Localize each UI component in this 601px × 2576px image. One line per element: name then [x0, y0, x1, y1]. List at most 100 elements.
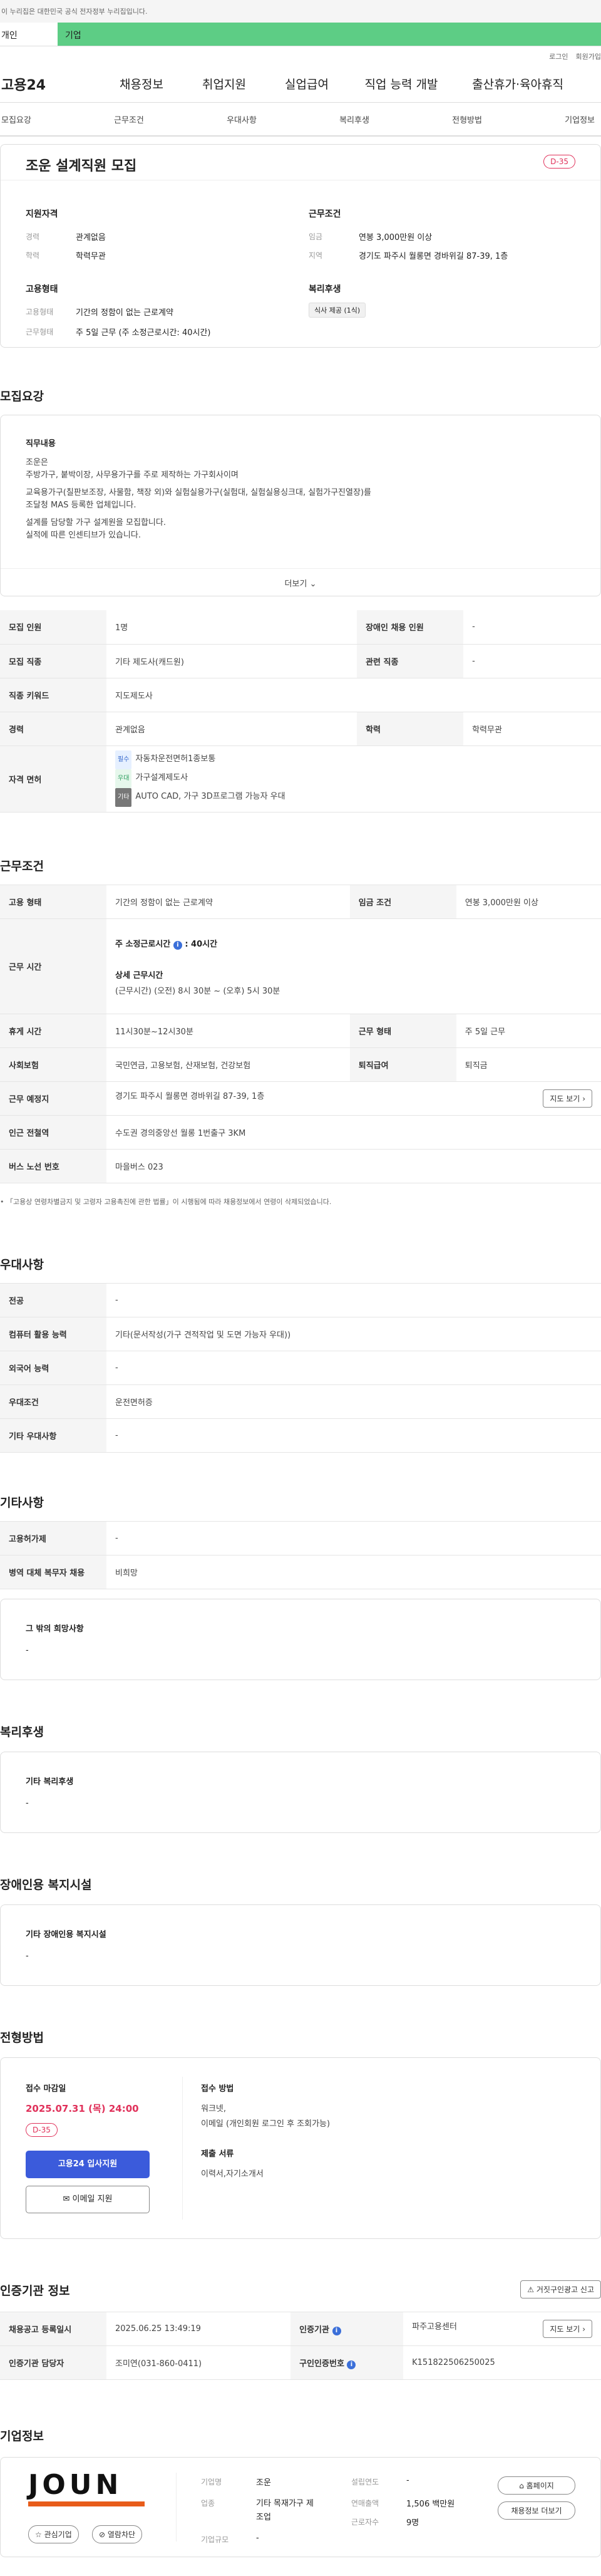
homepage-button[interactable]: ⌂ 홈페이지	[498, 2476, 575, 2495]
industry-value: 기타 목재가구 제조업	[256, 2497, 314, 2525]
pref-table: 전공 - 컴퓨터 활용 능력 기타(문서작성(가구 견적작업 및 도면 가능자 우대…	[0, 1283, 601, 1453]
military-value: 비희망	[106, 1555, 601, 1589]
license-item: 가구설계제도사	[135, 773, 188, 782]
anchor-welfare[interactable]: 복리후생	[339, 113, 369, 125]
gnb-item-jobs[interactable]: 채용정보	[100, 75, 183, 92]
occupation-value: 기타 제도사(캐드원)	[106, 644, 357, 678]
preferred-tag: 우대	[115, 769, 132, 788]
job-desc-text: 조운은 주방가구, 붙박이장, 사무용가구를 주로 제작하는 가구회사이며 교육…	[26, 457, 371, 542]
career-label: 경력	[0, 712, 106, 746]
disabled-label: 장애인 채용 인원	[357, 610, 464, 645]
career-label: 경력	[26, 232, 40, 241]
agency-label: 인증기관 i	[290, 2312, 404, 2346]
docs-heading: 제출 서류	[201, 2149, 234, 2159]
hours-label: 근무 시간	[0, 918, 106, 1014]
emp-value: 기간의 정함이 없는 근로계약	[106, 885, 350, 919]
cert-no-value: K151822506250025	[403, 2345, 601, 2380]
info-icon[interactable]: i	[173, 940, 182, 950]
rest-value: 11시30분~12시30분	[106, 1014, 350, 1048]
method-value-2: 이메일 (개인회원 로그인 후 조회가능)	[201, 2119, 331, 2129]
bus-value: 마을버스 023	[106, 1149, 601, 1183]
table-row: 근무 시간 주 소정근로시간 i : 40시간 상세 근무시간 (근무시간) (…	[0, 918, 601, 1014]
login-link[interactable]: 로그인	[549, 53, 568, 61]
company-card: JOUN ☆ 관심기업 ⊘ 열람차단 기업명 조운 업종 기타 목재가구 제 조업…	[0, 2457, 601, 2557]
info-icon[interactable]: i	[347, 2360, 356, 2369]
mail-icon: ✉	[63, 2194, 70, 2204]
table-row: 인증기관 담당자 조미연(031-860-0411) 구인인증번호 i K151822…	[0, 2345, 601, 2380]
company-name-label: 기업명	[201, 2478, 222, 2486]
table-row: 인근 전철역 수도권 경의중앙선 월롱 1번출구 3KM	[0, 1115, 601, 1150]
wish-box: 그 밖의 희망사항 -	[0, 1599, 601, 1680]
form-value: 주 5일 근무	[456, 1014, 601, 1048]
gnb-item-unemployment-benefit[interactable]: 실업급여	[265, 75, 348, 92]
favorite-company-button[interactable]: ☆ 관심기업	[28, 2525, 79, 2543]
anchor-recruit[interactable]: 모집요강	[1, 113, 31, 125]
anchor-preference[interactable]: 우대사항	[227, 113, 257, 125]
license-label: 자격 면허	[0, 745, 106, 813]
table-row: 사회보험 국민연금, 고용보험, 산재보험, 건강보험 퇴직급여 퇴직금	[0, 1047, 601, 1082]
anchor-conditions[interactable]: 근무조건	[114, 113, 144, 125]
table-row: 고용 형태 기간의 정함이 없는 근로계약 임금 조건 연봉 3,000만원 이상	[0, 885, 601, 919]
gnb-item-parental-leave[interactable]: 출산휴가·육아휴직	[455, 75, 563, 92]
job-title: 조운 설계직원 모집	[26, 158, 137, 174]
sales-value: 1,506 백만원	[406, 2500, 455, 2509]
manager-value: 조미연(031-860-0411)	[106, 2345, 291, 2380]
anchor-company[interactable]: 기업정보	[565, 113, 595, 125]
utility-links: 로그인 회원가입	[0, 46, 601, 65]
cert-no-label: 구인인증번호 i	[290, 2345, 404, 2380]
pay-value: 연봉 3,000만원 이상	[456, 885, 601, 919]
company-logo-text: JOUN	[28, 2469, 123, 2501]
reg-label: 채용공고 등록일시	[0, 2312, 106, 2346]
founded-label: 설립연도	[351, 2478, 379, 2486]
subsidy-label: 고용허가제	[0, 1521, 106, 1555]
welfare-box-value: -	[26, 1799, 29, 1808]
welfare-box-heading: 기타 복리후생	[26, 1777, 74, 1787]
keyword-value: 지도제도사	[106, 678, 601, 712]
edu-value: 학력무관	[76, 252, 106, 261]
major-value: -	[106, 1283, 601, 1317]
emp-heading: 고용형태	[26, 284, 58, 294]
chevron-right-icon: ›	[582, 1094, 585, 1103]
industry-line: 조업	[256, 2513, 271, 2522]
chevron-right-icon: ›	[582, 2325, 585, 2334]
pay-label: 임금	[309, 232, 323, 241]
tab-company[interactable]: 기업	[58, 23, 601, 46]
cond-heading: 근무조건	[309, 209, 341, 219]
emptype-label: 고용형태	[26, 308, 54, 316]
apply-button[interactable]: 고용24 입사지원	[26, 2151, 150, 2178]
pref-etc-label: 기타 우대사항	[0, 1418, 106, 1453]
tab-personal[interactable]: 개인	[0, 23, 58, 46]
info-icon[interactable]: i	[332, 2326, 341, 2335]
welfare-heading: 복리후생	[309, 284, 341, 294]
table-row: 우대조건 운전면허증	[0, 1384, 601, 1419]
deadline-heading: 접수 마감일	[26, 2084, 66, 2094]
join-link[interactable]: 회원가입	[576, 53, 601, 61]
pref-heading: 우대사항	[0, 1258, 44, 1272]
map-button-label: 지도 보기	[550, 1094, 580, 1103]
emp-label: 고용 형태	[0, 885, 106, 919]
conditions-table: 고용 형태 기간의 정함이 없는 근로계약 임금 조건 연봉 3,000만원 이상 근…	[0, 885, 601, 1183]
lang-value: -	[106, 1351, 601, 1385]
screening-heading: 전형방법	[0, 2031, 44, 2045]
industry-line: 기타 목재가구 제	[256, 2499, 314, 2508]
table-row: 병역 대체 복무자 채용 비희망	[0, 1555, 601, 1589]
military-label: 병역 대체 복무자 채용	[0, 1555, 106, 1589]
site-logo[interactable]: 고용24	[0, 74, 100, 94]
gnb-item-employment-support[interactable]: 취업지원	[183, 75, 265, 92]
more-button[interactable]: 더보기 ⌄	[1, 568, 600, 596]
block-company-button[interactable]: ⊘ 열람차단	[92, 2525, 143, 2543]
map-button[interactable]: 지도 보기 ›	[543, 1089, 592, 1108]
pay-label: 임금 조건	[349, 885, 456, 919]
license-item: 자동차운전면허1종보통	[135, 754, 216, 764]
staff-value: 9명	[406, 2518, 419, 2528]
report-button-label: 거짓구인광고 신고	[536, 2285, 594, 2294]
report-button[interactable]: ⚠ 거짓구인광고 신고	[520, 2280, 601, 2298]
email-apply-button[interactable]: ✉ 이메일 지원	[26, 2186, 150, 2213]
gnb-item-vocational-training[interactable]: 직업 능력 개발	[348, 75, 455, 92]
gov-banner-text: 이 누리집은 대한민국 공식 전자정부 누리집입니다.	[1, 8, 148, 16]
map-button[interactable]: 지도 보기 ›	[543, 2320, 592, 2338]
anchor-screening[interactable]: 전형방법	[452, 113, 482, 125]
facility-heading: 장애인용 복지시설	[0, 1878, 92, 1892]
more-jobs-button[interactable]: 채용정보 더보기	[498, 2501, 575, 2520]
weekly-hours-label: 주 소정근로시간	[115, 939, 171, 949]
